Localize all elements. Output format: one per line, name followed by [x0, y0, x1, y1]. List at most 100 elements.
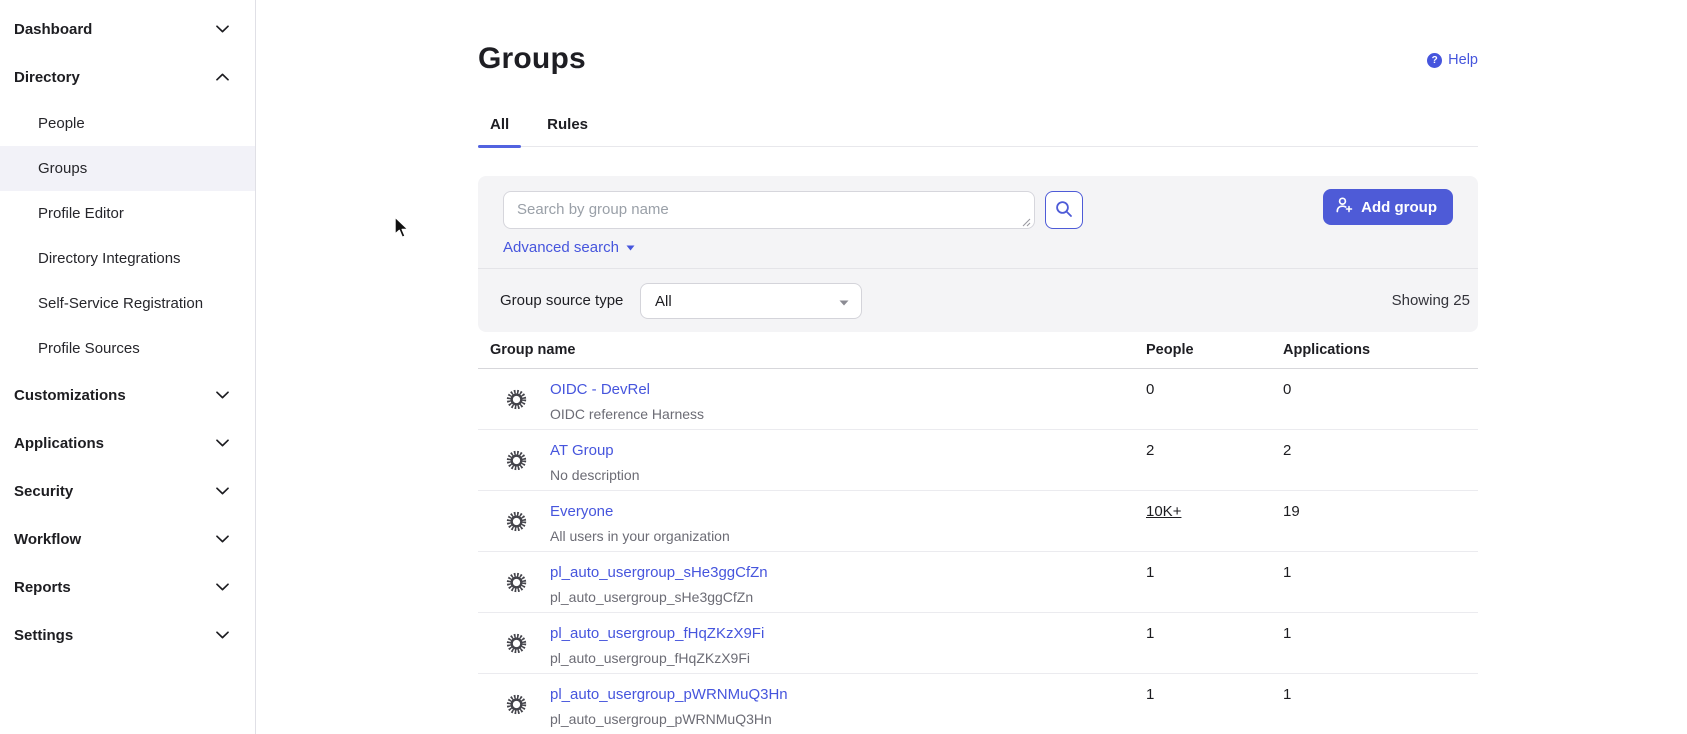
group-description: No description — [550, 467, 640, 483]
group-source-type-value: All — [655, 293, 672, 310]
sidebar-item-security[interactable]: Security — [0, 467, 255, 515]
sidebar-item-label: Groups — [38, 160, 87, 177]
search-button[interactable] — [1045, 191, 1083, 229]
column-applications: Applications — [1283, 342, 1478, 358]
group-description: pl_auto_usergroup_fHqZKzX9Fi — [550, 650, 764, 666]
sidebar-item-label: Settings — [14, 627, 73, 644]
people-count: 2 — [1146, 430, 1283, 490]
sidebar-item-reports[interactable]: Reports — [0, 563, 255, 611]
people-count: 0 — [1146, 369, 1283, 429]
sidebar-item-people[interactable]: People — [0, 101, 255, 146]
help-label: Help — [1448, 52, 1478, 68]
applications-count: 2 — [1283, 430, 1478, 490]
groups-table: Group name People Applications OIDC - De… — [478, 332, 1478, 734]
group-name-link[interactable]: AT Group — [550, 442, 614, 459]
people-count: 1 — [1146, 674, 1283, 734]
sidebar-item-label: Dashboard — [14, 21, 92, 38]
table-body: OIDC - DevRel OIDC reference Harness 0 0… — [478, 369, 1478, 734]
applications-count: 1 — [1283, 674, 1478, 734]
caret-down-icon — [626, 238, 635, 256]
sidebar-item-dashboard[interactable]: Dashboard — [0, 5, 255, 53]
sidebar-item-workflow[interactable]: Workflow — [0, 515, 255, 563]
help-icon: ? — [1427, 53, 1442, 68]
sidebar-item-directory-integrations[interactable]: Directory Integrations — [0, 236, 255, 281]
main-content: Groups ? Help All Rules Advanced search — [256, 0, 1687, 734]
sidebar-item-applications[interactable]: Applications — [0, 419, 255, 467]
person-plus-icon — [1336, 197, 1353, 217]
table-header: Group name People Applications — [478, 332, 1478, 369]
group-gear-icon — [505, 449, 528, 472]
sidebar-item-settings[interactable]: Settings — [0, 611, 255, 659]
chevron-down-icon — [216, 535, 229, 543]
tab-rules[interactable]: Rules — [535, 116, 600, 146]
people-count: 1 — [1146, 552, 1283, 612]
sidebar-item-label: Self-Service Registration — [38, 295, 203, 312]
sidebar-item-label: Workflow — [14, 531, 81, 548]
sidebar-item-directory[interactable]: Directory — [0, 53, 255, 101]
showing-count: Showing 25 — [1392, 292, 1470, 309]
people-count: 1 — [1146, 613, 1283, 673]
people-count-link[interactable]: 10K+ — [1146, 503, 1181, 520]
table-row: pl_auto_usergroup_pWRNMuQ3Hn pl_auto_use… — [478, 674, 1478, 734]
page-title: Groups — [478, 42, 586, 76]
sidebar-item-label: Customizations — [14, 387, 126, 404]
people-count: 10K+ — [1146, 491, 1283, 551]
group-description: pl_auto_usergroup_sHe3ggCfZn — [550, 589, 768, 605]
sidebar-item-label: Profile Editor — [38, 205, 124, 222]
group-source-type-label: Group source type — [500, 292, 623, 309]
chevron-down-icon — [216, 391, 229, 399]
add-group-label: Add group — [1361, 199, 1437, 216]
group-gear-icon — [505, 693, 528, 716]
table-row: Everyone All users in your organization … — [478, 491, 1478, 552]
group-description: OIDC reference Harness — [550, 406, 704, 422]
chevron-down-icon — [216, 631, 229, 639]
column-group-name: Group name — [478, 342, 1146, 358]
group-description: All users in your organization — [550, 528, 730, 544]
group-gear-icon — [505, 571, 528, 594]
applications-count: 19 — [1283, 491, 1478, 551]
sidebar-item-label: Directory — [14, 69, 80, 86]
tab-all[interactable]: All — [478, 116, 521, 146]
advanced-search-link[interactable]: Advanced search — [503, 238, 635, 256]
tab-bar: All Rules — [478, 116, 1478, 147]
sidebar-item-groups[interactable]: Groups — [0, 146, 255, 191]
sidebar-item-profile-sources[interactable]: Profile Sources — [0, 326, 255, 371]
applications-count: 1 — [1283, 552, 1478, 612]
sidebar-item-label: Directory Integrations — [38, 250, 181, 267]
groups-admin-page: Dashboard Directory People Groups Profil… — [0, 0, 1687, 734]
group-gear-icon — [505, 632, 528, 655]
group-name-link[interactable]: pl_auto_usergroup_sHe3ggCfZn — [550, 564, 768, 581]
group-gear-icon — [505, 388, 528, 411]
chevron-down-icon — [216, 487, 229, 495]
group-description: pl_auto_usergroup_pWRNMuQ3Hn — [550, 711, 788, 727]
group-name-link[interactable]: OIDC - DevRel — [550, 381, 650, 398]
caret-down-icon — [839, 293, 849, 310]
help-link[interactable]: ? Help — [1427, 52, 1478, 68]
panel-divider — [478, 268, 1478, 269]
sidebar-nav: Dashboard Directory People Groups Profil… — [0, 0, 256, 734]
chevron-down-icon — [216, 25, 229, 33]
table-row: OIDC - DevRel OIDC reference Harness 0 0 — [478, 369, 1478, 430]
chevron-down-icon — [216, 583, 229, 591]
sidebar-item-label: Reports — [14, 579, 71, 596]
chevron-down-icon — [216, 73, 229, 81]
group-gear-icon — [505, 510, 528, 533]
sidebar-item-customizations[interactable]: Customizations — [0, 371, 255, 419]
applications-count: 1 — [1283, 613, 1478, 673]
sidebar-item-label: Security — [14, 483, 73, 500]
sidebar-item-label: Applications — [14, 435, 104, 452]
advanced-search-label: Advanced search — [503, 239, 619, 256]
table-row: pl_auto_usergroup_fHqZKzX9Fi pl_auto_use… — [478, 613, 1478, 674]
chevron-down-icon — [216, 439, 229, 447]
group-name-link[interactable]: pl_auto_usergroup_fHqZKzX9Fi — [550, 625, 764, 642]
group-name-link[interactable]: pl_auto_usergroup_pWRNMuQ3Hn — [550, 686, 788, 703]
search-input[interactable] — [503, 191, 1035, 229]
add-group-button[interactable]: Add group — [1323, 189, 1453, 225]
column-people: People — [1146, 342, 1283, 358]
table-row: AT Group No description 2 2 — [478, 430, 1478, 491]
sidebar-item-self-service-registration[interactable]: Self-Service Registration — [0, 281, 255, 326]
search-icon — [1055, 200, 1073, 221]
group-source-type-select[interactable]: All — [640, 283, 862, 319]
group-name-link[interactable]: Everyone — [550, 503, 613, 520]
sidebar-item-profile-editor[interactable]: Profile Editor — [0, 191, 255, 236]
